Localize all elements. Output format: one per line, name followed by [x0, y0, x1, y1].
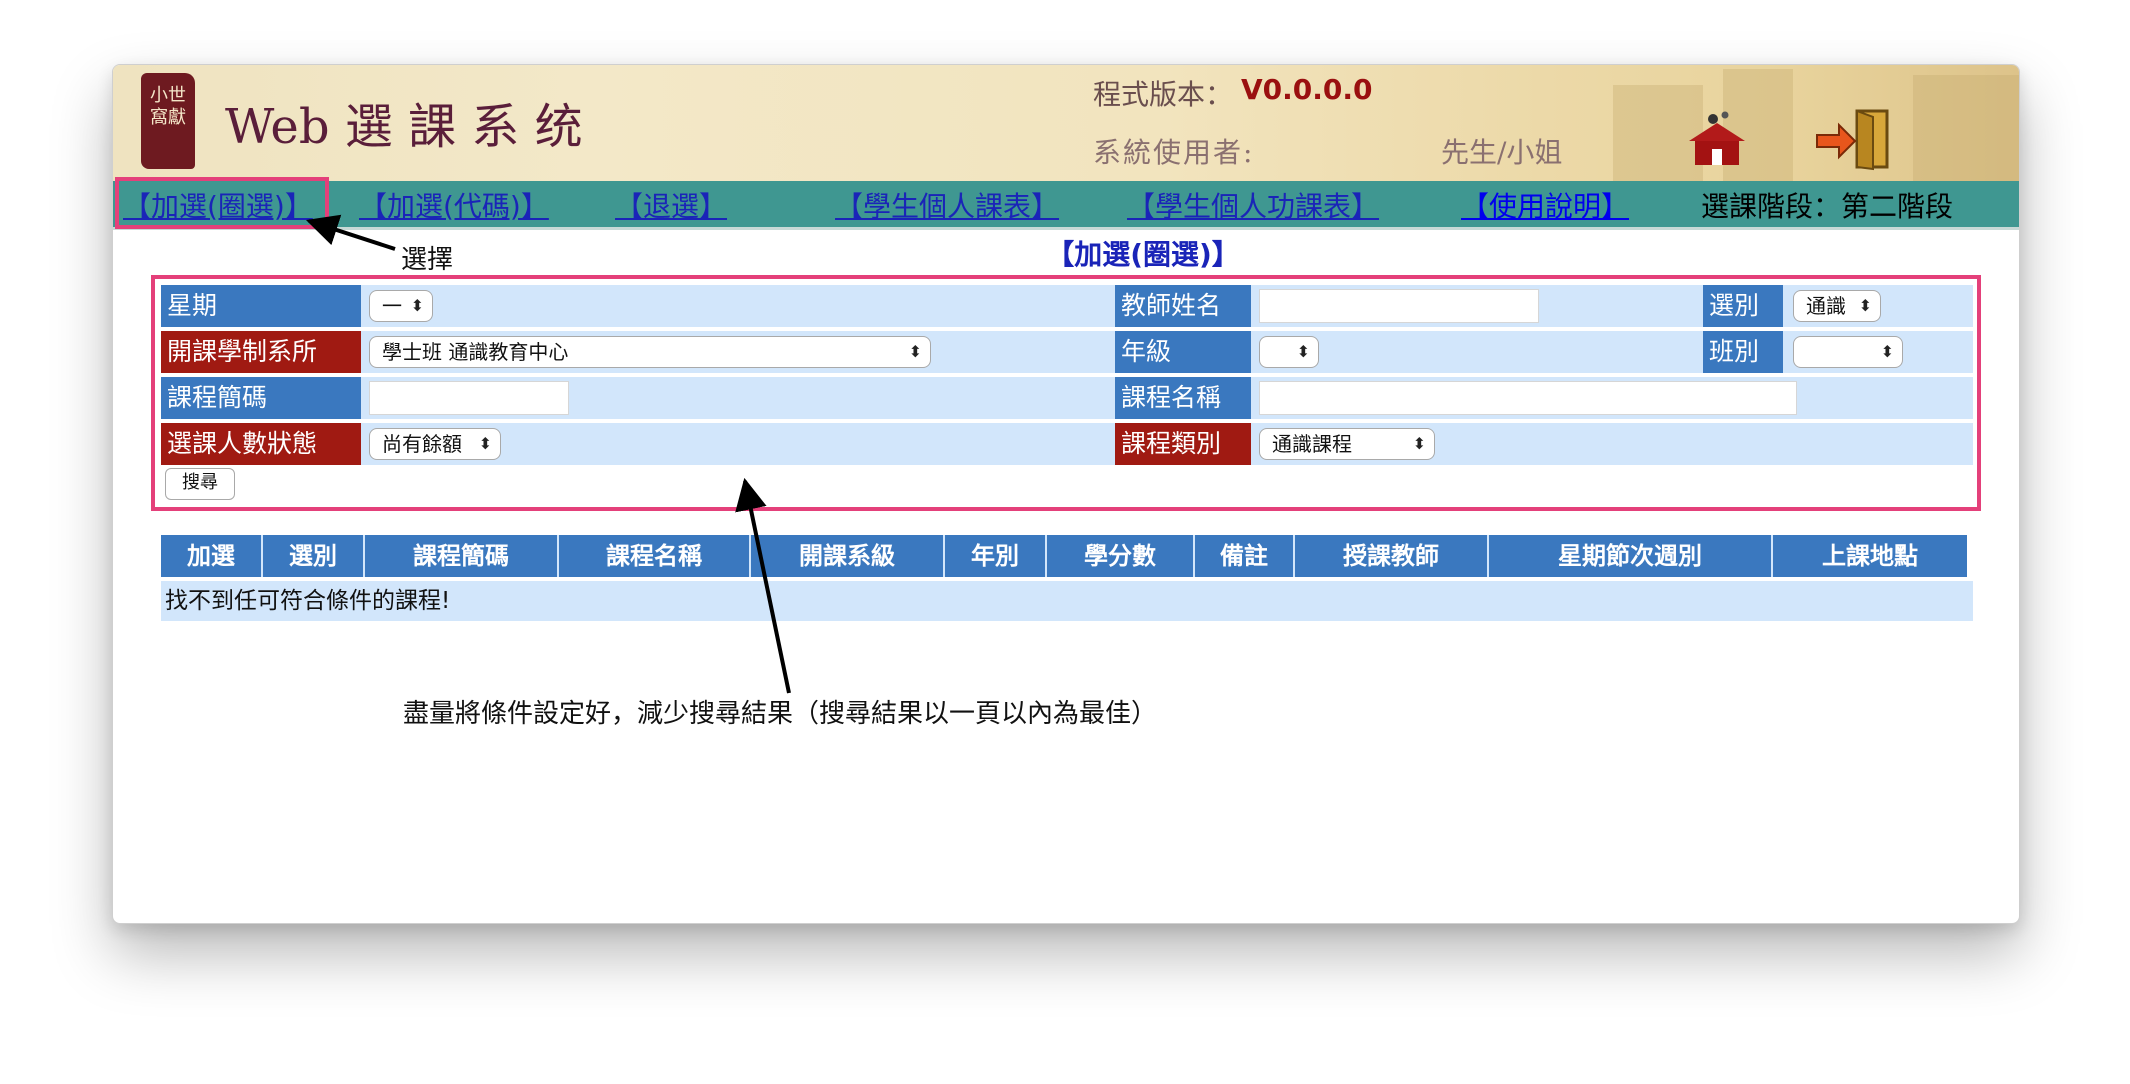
- col-header-course-code: 課程簡碼: [365, 535, 559, 577]
- col-header-dept-grade: 開課系級: [751, 535, 945, 577]
- weekday-value: 一: [382, 294, 402, 318]
- results-table-header: 加選 選別 課程簡碼 課程名稱 開課系級 年別 學分數 備註 授課教師 星期節次…: [161, 535, 1967, 577]
- weekday-label: 星期: [161, 285, 361, 327]
- col-header-course-name: 課程名稱: [559, 535, 751, 577]
- updown-caret-icon: ⬍: [410, 296, 424, 315]
- course-type-label: 課程類別: [1115, 423, 1251, 465]
- form-row-department: 開課學制系所 學士班 通識教育中心 ⬍ 年級 ⬍ 班別 ⬍: [161, 331, 1973, 373]
- tab-add-select-code[interactable]: 【加選(代碼)】: [359, 185, 549, 225]
- col-header-category: 選別: [263, 535, 365, 577]
- user-title: 先生/小姐: [1441, 136, 1563, 169]
- col-header-credits: 學分數: [1047, 535, 1195, 577]
- col-header-year: 年別: [945, 535, 1047, 577]
- course-name-label: 課程名稱: [1115, 377, 1251, 419]
- version-value: V0.0.0.0: [1241, 73, 1373, 106]
- col-header-location: 上課地點: [1822, 542, 1918, 570]
- search-button[interactable]: 搜尋: [165, 468, 235, 500]
- department-select[interactable]: 學士班 通識教育中心 ⬍: [369, 336, 931, 368]
- home-icon[interactable]: [1685, 111, 1749, 167]
- course-type-select[interactable]: 通識課程 ⬍: [1259, 428, 1435, 460]
- user-label: 系統使用者:: [1093, 136, 1255, 169]
- enroll-status-label: 選課人數狀態: [161, 423, 361, 465]
- updown-caret-icon: ⬍: [1858, 296, 1872, 315]
- tip-annotation: 盡量將條件設定好，減少搜尋結果（搜尋結果以一頁以內為最佳）: [403, 699, 1158, 729]
- tab-help[interactable]: 【使用說明】: [1461, 185, 1629, 225]
- form-row-enroll-status: 選課人數狀態 尚有餘額 ⬍ 課程類別 通識課程 ⬍: [161, 423, 1973, 465]
- department-label: 開課學制系所: [161, 331, 361, 373]
- active-tab-highlight: [115, 177, 329, 229]
- selection-stage: 選課階段：第二階段: [1700, 190, 1953, 223]
- empty-result-message: 找不到任可符合條件的課程!: [161, 581, 1973, 621]
- weekday-select[interactable]: 一 ⬍: [369, 290, 433, 322]
- class-label: 班別: [1703, 331, 1783, 373]
- tab-student-schedule[interactable]: 【學生個人課表】: [835, 185, 1059, 225]
- form-row-weekday: 星期 一 ⬍ 教師姓名 選別 通識 ⬍: [161, 285, 1973, 327]
- col-header-remarks: 備註: [1195, 535, 1295, 577]
- course-code-label: 課程簡碼: [161, 377, 361, 419]
- department-value: 學士班 通識教育中心: [382, 340, 569, 364]
- form-row-course-code: 課程簡碼 課程名稱: [161, 377, 1973, 419]
- browser-window: 小世 窩獻 Web 選 課 系 统 程式版本： V0.0.0.0 系統使用者: …: [112, 64, 2020, 924]
- teacher-name-input[interactable]: [1259, 289, 1539, 323]
- version-label: 程式版本：: [1093, 78, 1234, 111]
- school-logo: 小世 窩獻: [141, 73, 195, 169]
- logout-door-icon[interactable]: [1813, 105, 1893, 171]
- category-value: 通識: [1806, 294, 1846, 318]
- course-type-value: 通識課程: [1272, 432, 1352, 456]
- tab-drop-course[interactable]: 【退選】: [615, 185, 727, 225]
- category-label: 選別: [1703, 285, 1783, 327]
- enroll-status-select[interactable]: 尚有餘額 ⬍: [369, 428, 501, 460]
- updown-caret-icon: ⬍: [908, 342, 922, 361]
- course-name-input[interactable]: [1259, 381, 1797, 415]
- category-select[interactable]: 通識 ⬍: [1793, 290, 1881, 322]
- header-banner: 小世 窩獻 Web 選 課 系 统 程式版本： V0.0.0.0 系統使用者: …: [113, 65, 2019, 181]
- col-header-add: 加選: [161, 535, 263, 577]
- enroll-status-value: 尚有餘額: [382, 432, 462, 456]
- teacher-name-label: 教師姓名: [1115, 285, 1251, 327]
- updown-caret-icon: ⬍: [1880, 342, 1894, 361]
- col-header-schedule: 星期節次週別: [1489, 535, 1773, 577]
- updown-caret-icon: ⬍: [478, 434, 492, 453]
- grade-label: 年級: [1115, 331, 1251, 373]
- updown-caret-icon: ⬍: [1412, 434, 1426, 453]
- class-select[interactable]: ⬍: [1793, 336, 1903, 368]
- app-title: Web 選 課 系 统: [225, 99, 583, 155]
- grade-select[interactable]: ⬍: [1259, 336, 1319, 368]
- updown-caret-icon: ⬍: [1296, 342, 1310, 361]
- main-menu-bar: 【加選(圈選)】 【加選(代碼)】 【退選】 【學生個人課表】 【學生個人功課表…: [113, 181, 2019, 230]
- course-code-input[interactable]: [369, 381, 569, 415]
- page-title: 【加選(圈選)】: [1046, 238, 1240, 271]
- tab-student-homework-schedule[interactable]: 【學生個人功課表】: [1127, 185, 1379, 225]
- col-header-teacher: 授課教師: [1295, 535, 1489, 577]
- select-annotation: 選擇: [401, 245, 454, 275]
